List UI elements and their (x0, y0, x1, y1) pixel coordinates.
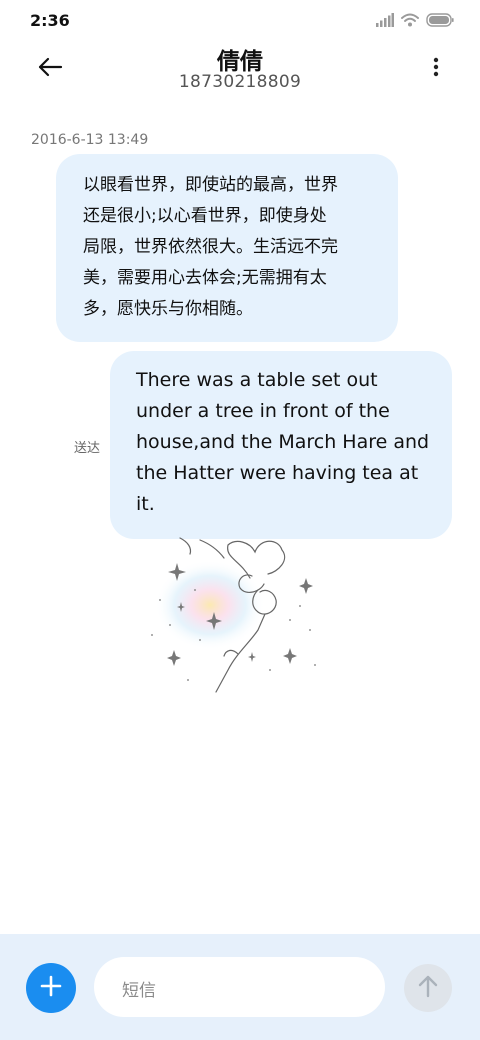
message-line: 以眼看世界，即使站的最高，世界 (83, 175, 338, 195)
message-input-placeholder: 短信 (122, 981, 156, 1001)
message-line: 局限，世界依然很大。生活远不完 (83, 237, 338, 257)
more-options-button[interactable] (428, 56, 444, 82)
flower-illustration (140, 530, 330, 700)
signal-icon (376, 12, 394, 31)
battery-icon (426, 12, 454, 31)
more-vertical-icon (433, 57, 439, 81)
plus-icon (40, 975, 62, 1001)
add-attachment-button[interactable] (26, 963, 76, 1013)
message-line: under a tree in front of the (136, 400, 390, 422)
wifi-icon (401, 12, 419, 31)
contact-name: 倩倩 (217, 49, 263, 75)
send-button[interactable] (404, 964, 452, 1012)
incoming-message-bubble[interactable]: 以眼看世界，即使站的最高，世界 还是很小;以心看世界，即使身处 局限，世界依然很… (56, 154, 398, 342)
delivery-status: 送达 (74, 441, 101, 456)
message-line: There was a table set out (136, 369, 378, 391)
contact-number: 18730218809 (178, 72, 302, 92)
message-line: 美，需要用心去体会;无需拥有太 (83, 268, 327, 288)
outgoing-message-bubble[interactable]: There was a table set out under a tree i… (110, 351, 452, 539)
status-icons (376, 12, 454, 31)
conversation-header: 倩倩 18730218809 (0, 40, 480, 110)
status-time: 2:36 (30, 11, 70, 30)
message-line: 多，愿快乐与你相随。 (83, 299, 253, 319)
arrow-up-icon (417, 974, 439, 1002)
message-line: house,and the March Hare and (136, 431, 430, 453)
message-input[interactable]: 短信 (94, 957, 385, 1017)
message-composer: 短信 (0, 934, 480, 1040)
message-line: it. (136, 493, 155, 515)
sms-conversation-screen: 2:36 倩倩 18730218809 2016-6-13 13:49 以眼看世… (0, 0, 480, 1040)
message-line: 还是很小;以心看世界，即使身处 (83, 206, 327, 226)
message-line: the Hatter were having tea at (136, 462, 419, 484)
status-bar: 2:36 (0, 0, 480, 40)
message-timestamp: 2016-6-13 13:49 (31, 132, 149, 148)
